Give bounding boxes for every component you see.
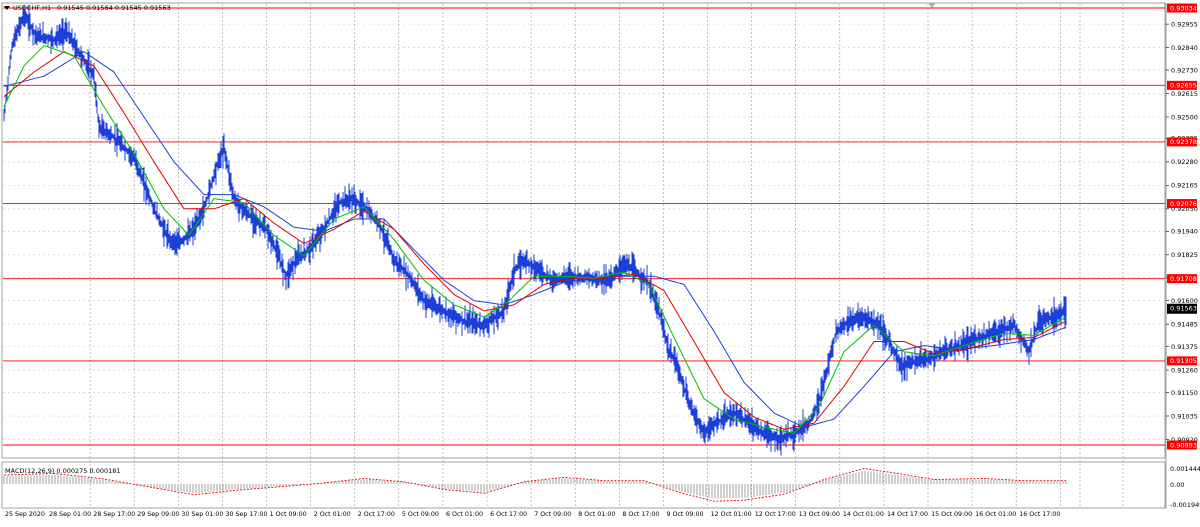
x-tick-label: 30 Sep 17:00: [226, 511, 268, 518]
y-tick-label: 0.92280: [1171, 158, 1198, 166]
level-price-value: 0.91708: [1170, 275, 1197, 283]
x-tick-label: 28 Sep 17:00: [93, 511, 135, 518]
y-tick-label: 0.92165: [1171, 182, 1198, 190]
x-tick-label: 29 Sep 09:00: [137, 511, 179, 518]
x-tick-label: 2 Oct 01:00: [314, 511, 351, 518]
macd-tick-top: 0.001444: [1170, 465, 1200, 473]
x-tick-label: 6 Oct 17:00: [490, 511, 527, 518]
x-tick-label: 15 Oct 09:00: [931, 511, 972, 518]
x-tick-label: 14 Oct 17:00: [887, 511, 928, 518]
x-tick-label: 12 Oct 01:00: [711, 511, 752, 518]
chart-header: USDCHF,H1 0.91545 0.91564 0.91545 0.9156…: [4, 4, 171, 12]
x-tick-label: 13 Oct 09:00: [799, 511, 840, 518]
level-price-value: 0.92378: [1170, 138, 1197, 146]
x-tick-label: 8 Oct 01:00: [578, 511, 615, 518]
y-tick-label: 0.92615: [1171, 90, 1198, 98]
y-tick-label: 0.91485: [1171, 320, 1198, 328]
y-tick-label: 0.92730: [1171, 66, 1198, 74]
x-tick-label: 16 Oct 01:00: [975, 511, 1016, 518]
current-price-tag: 0.91563: [1167, 303, 1197, 314]
x-tick-label: 2 Oct 17:00: [358, 511, 395, 518]
chart-canvas[interactable]: 0.92955 0.92840 0.92730 0.92615 0.92500 0.923…: [0, 0, 1200, 523]
x-tick-label: 7 Oct 09:00: [534, 511, 571, 518]
y-tick-label: 0.92840: [1171, 44, 1198, 52]
y-tick-label: 0.92955: [1171, 20, 1198, 28]
ohlc-readout: 0.91545 0.91564 0.91545 0.91563: [57, 4, 171, 12]
y-tick-label: 0.91825: [1171, 251, 1198, 259]
level-price-value: 0.90893: [1170, 441, 1197, 449]
x-tick-label: 9 Oct 09:00: [667, 511, 704, 518]
macd-tick-zero: 0.00: [1170, 481, 1184, 489]
x-tick-label: 12 Oct 17:00: [755, 511, 796, 518]
x-tick-label: 1 Oct 09:00: [270, 511, 307, 518]
x-tick-label: 5 Oct 09:00: [402, 511, 439, 518]
y-tick-label: 0.92500: [1171, 113, 1198, 121]
y-tick-label: 0.91150: [1171, 389, 1198, 397]
x-tick-label: 28 Sep 01:00: [49, 511, 91, 518]
y-tick-label: 0.91035: [1171, 412, 1198, 420]
x-tick-label: 25 Sep 2020: [5, 511, 45, 518]
level-price-value: 0.93034: [1170, 4, 1197, 12]
y-tick-label: 0.91375: [1171, 343, 1198, 351]
x-tick-label: 14 Oct 01:00: [843, 511, 884, 518]
macd-tick-bottom: -0.001949: [1170, 501, 1200, 509]
level-price-value: 0.92655: [1170, 82, 1197, 90]
y-tick-label: 0.91940: [1171, 228, 1198, 236]
x-tick-label: 8 Oct 17:00: [622, 511, 659, 518]
x-tick-label: 30 Sep 01:00: [181, 511, 223, 518]
x-tick-label: 6 Oct 01:00: [446, 511, 483, 518]
level-price-value: 0.91305: [1170, 357, 1197, 365]
current-price-value: 0.91563: [1170, 305, 1197, 313]
x-tick-label: 16 Oct 17:00: [1019, 511, 1060, 518]
y-tick-label: 0.91260: [1171, 366, 1198, 374]
symbol-label: USDCHF,H1: [13, 4, 51, 12]
macd-label: MACD(12,26,9) 0.000275 0.000181: [5, 467, 121, 475]
level-price-value: 0.92076: [1170, 200, 1197, 208]
chart-window[interactable]: 0.92955 0.92840 0.92730 0.92615 0.92500 0.923…: [0, 0, 1200, 523]
